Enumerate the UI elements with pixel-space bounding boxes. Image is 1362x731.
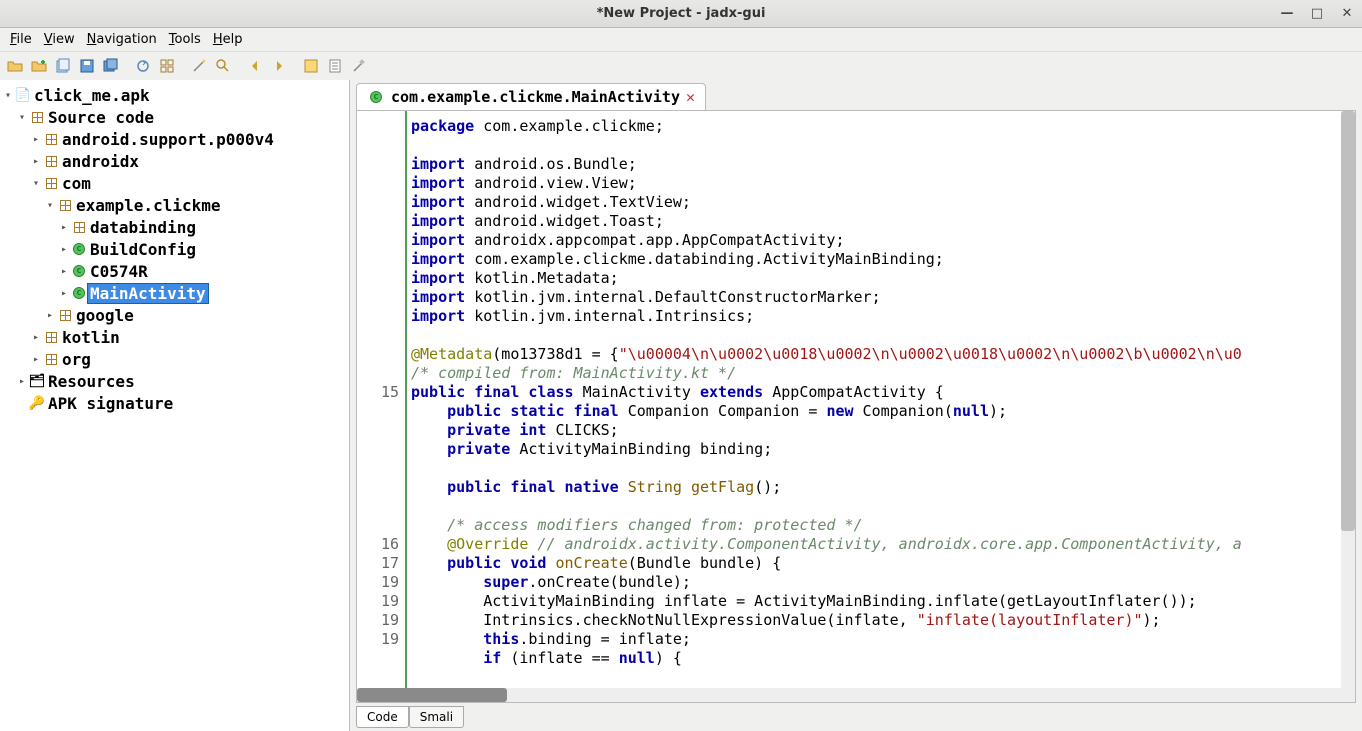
- menu-help[interactable]: Help: [207, 30, 249, 49]
- close-button[interactable]: ✕: [1340, 7, 1354, 21]
- wand-icon[interactable]: [188, 55, 210, 77]
- add-files-icon[interactable]: [28, 55, 50, 77]
- line-gutter: 15 161719191919: [357, 111, 407, 702]
- save-project-icon[interactable]: [76, 55, 98, 77]
- tree-source-code[interactable]: ▾Source code: [0, 106, 349, 128]
- vertical-scrollbar[interactable]: [1341, 111, 1355, 702]
- tree-pkg-kotlin[interactable]: ▸kotlin: [0, 326, 349, 348]
- search-icon[interactable]: [212, 55, 234, 77]
- menu-view[interactable]: View: [38, 30, 81, 49]
- titlebar: *New Project - jadx-gui — □ ✕: [0, 0, 1362, 28]
- new-project-icon[interactable]: [52, 55, 74, 77]
- tree-cls-buildconfig[interactable]: ▸cBuildConfig: [0, 238, 349, 260]
- tree-pkg-example-clickme[interactable]: ▾example.clickme: [0, 194, 349, 216]
- toolbar: [0, 52, 1362, 80]
- back-icon[interactable]: [244, 55, 266, 77]
- minimize-button[interactable]: —: [1280, 7, 1294, 21]
- bottom-tab-code[interactable]: Code: [356, 706, 409, 728]
- bottom-tab-smali[interactable]: Smali: [409, 706, 464, 728]
- tree-cls-c0574r[interactable]: ▸cC0574R: [0, 260, 349, 282]
- code-area[interactable]: package com.example.clickme; import andr…: [407, 111, 1355, 702]
- tree-pkg-google[interactable]: ▸google: [0, 304, 349, 326]
- editor-bottom-tabs: Code Smali: [350, 703, 1362, 731]
- tree-pkg-android-support[interactable]: ▸android.support.p000v4: [0, 128, 349, 150]
- tree-cls-mainactivity[interactable]: ▸cMainActivity: [0, 282, 349, 304]
- preferences-icon[interactable]: [348, 55, 370, 77]
- project-tree[interactable]: ▾📄click_me.apk ▾Source code ▸android.sup…: [0, 80, 350, 731]
- quark-icon[interactable]: [324, 55, 346, 77]
- tree-root[interactable]: ▾📄click_me.apk: [0, 84, 349, 106]
- tree-pkg-org[interactable]: ▸org: [0, 348, 349, 370]
- forward-icon[interactable]: [268, 55, 290, 77]
- menubar: File View Navigation Tools Help: [0, 28, 1362, 52]
- editor-tab-label: com.example.clickme.MainActivity: [391, 88, 680, 106]
- menu-navigation[interactable]: Navigation: [81, 30, 163, 49]
- tree-apk-signature[interactable]: 🔑APK signature: [0, 392, 349, 414]
- maximize-button[interactable]: □: [1310, 7, 1324, 21]
- tree-resources[interactable]: ▸🗂Resources: [0, 370, 349, 392]
- open-file-icon[interactable]: [4, 55, 26, 77]
- sync-icon[interactable]: [132, 55, 154, 77]
- horizontal-scrollbar[interactable]: [357, 688, 1355, 702]
- editor-tab-mainactivity[interactable]: c com.example.clickme.MainActivity ✕: [356, 83, 706, 110]
- tree-pkg-com[interactable]: ▾com: [0, 172, 349, 194]
- close-tab-icon[interactable]: ✕: [686, 88, 695, 106]
- deobfuscate-icon[interactable]: [300, 55, 322, 77]
- window-title: *New Project - jadx-gui: [597, 6, 766, 21]
- save-all-icon[interactable]: [100, 55, 122, 77]
- editor-body: 15 161719191919 package com.example.clic…: [356, 110, 1356, 703]
- menu-tools[interactable]: Tools: [163, 30, 207, 49]
- tree-pkg-databinding[interactable]: ▸databinding: [0, 216, 349, 238]
- flatten-packages-icon[interactable]: [156, 55, 178, 77]
- menu-file[interactable]: File: [4, 30, 38, 49]
- tree-pkg-androidx[interactable]: ▸androidx: [0, 150, 349, 172]
- editor-tabbar: c com.example.clickme.MainActivity ✕: [350, 80, 1362, 110]
